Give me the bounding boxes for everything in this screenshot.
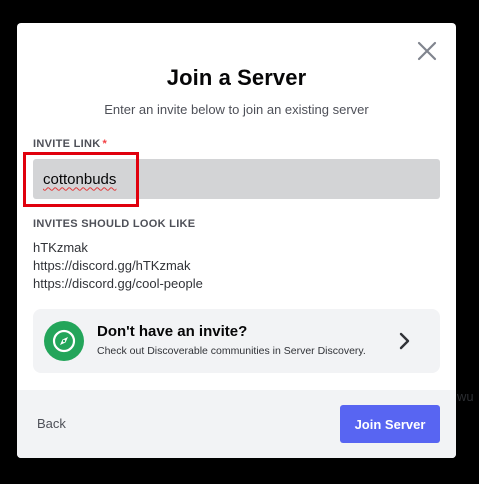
required-marker: * — [102, 138, 108, 150]
example-item: https://discord.gg/cool-people — [33, 276, 203, 291]
invite-link-label-text: INVITE LINK — [33, 138, 101, 150]
compass-icon — [44, 321, 84, 361]
discovery-title: Don't have an invite? — [97, 323, 248, 340]
close-button[interactable] — [415, 39, 439, 63]
server-discovery-card[interactable]: Don't have an invite? Check out Discover… — [33, 309, 440, 373]
example-item: hTKzmak — [33, 240, 88, 255]
chevron-right-icon — [399, 332, 410, 350]
invite-link-label: INVITE LINK * — [33, 138, 107, 150]
back-button[interactable]: Back — [37, 416, 66, 431]
modal-title: Join a Server — [166, 65, 307, 90]
modal-subtitle: Enter an invite below to join an existin… — [104, 102, 369, 117]
join-server-modal: Join a Server Enter an invite below to j… — [17, 23, 456, 458]
discovery-subtitle: Check out Discoverable communities in Se… — [97, 345, 366, 357]
join-server-button[interactable]: Join Server — [340, 405, 440, 443]
modal-footer: Back Join Server — [17, 390, 456, 458]
close-icon — [417, 41, 437, 61]
examples-list: hTKzmak https://discord.gg/hTKzmak https… — [33, 239, 203, 293]
examples-label: INVITES SHOULD LOOK LIKE — [33, 218, 196, 230]
annotation-highlight-box — [23, 152, 139, 207]
backdrop-text: wu — [457, 389, 474, 404]
example-item: https://discord.gg/hTKzmak — [33, 258, 191, 273]
